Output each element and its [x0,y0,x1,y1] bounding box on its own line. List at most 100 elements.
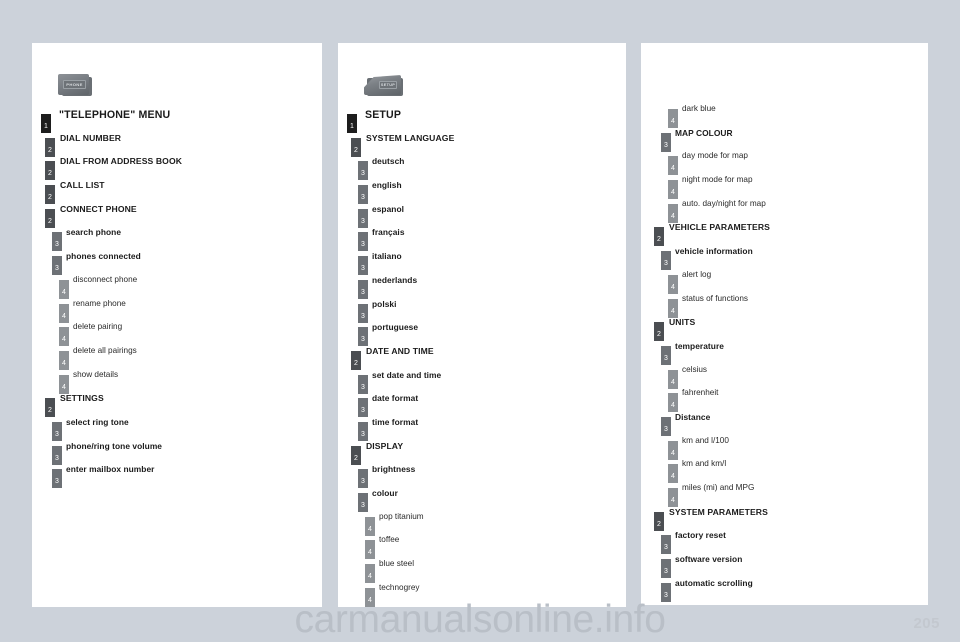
menu-item: 3 MAP COLOUR [641,128,928,152]
menu-level-badge: 4 [59,374,69,394]
menu-level-badge: 4 [668,180,678,200]
menu-level-badge: 3 [52,445,62,465]
menu-item: 4 dark blue [641,104,928,128]
menu-item-label: vehicle information [675,246,753,257]
menu-item: 3 set date and time [338,370,626,394]
menu-item-label: technogrey [379,582,420,592]
menu-item: 3 select ring tone [32,417,322,441]
menu-item: 4 status of functions [641,294,928,318]
menu-level-badge: 2 [45,137,55,157]
menu-level-badge: 2 [45,398,55,418]
page-number: 205 [913,615,940,632]
menu-item: 4 blue steel [338,559,626,584]
menu-item-label: DATE AND TIME [366,345,434,356]
menu-columns: PHONE 1 "TELEPHONE" MENU 2 DIAL NUMBER 2 DIAL… [0,0,960,640]
menu-item-label: français [372,227,405,238]
menu-item: 4 night mode for map [641,175,928,200]
menu-item-label: colour [372,488,398,498]
menu-tree-setup: 1 SETUP 2 SYSTEM LANGUAGE 3 deutsch 3 english 3 e… [338,109,626,607]
menu-level-badge: 3 [52,232,62,252]
menu-item: 2 DIAL NUMBER [32,133,322,157]
menu-item: 3 espanol [338,204,626,228]
menu-item: 3 vehicle information [641,246,928,271]
menu-level-badge: 4 [668,298,678,318]
menu-item: 4 disconnect phone [32,275,322,299]
menu-item-label: italiano [372,251,402,262]
menu-level-badge: 3 [358,421,368,441]
menu-item: 2 DISPLAY [338,441,626,465]
menu-level-badge: 3 [661,582,671,602]
menu-item: 3 Distance [641,412,928,436]
menu-level-badge: 3 [661,559,671,579]
menu-level-badge: 4 [668,274,678,294]
menu-item-label: disconnect phone [73,274,138,284]
menu-level-badge: 4 [365,516,375,536]
menu-item-label: status of functions [682,293,748,303]
menu-level-badge: 3 [358,327,368,347]
menu-item-label: MAP COLOUR [675,127,733,138]
menu-level-badge: 4 [59,327,69,347]
menu-item: 2 CONNECT PHONE [32,204,322,228]
menu-level-badge: 3 [358,493,368,512]
menu-item-label: software version [675,554,743,565]
menu-item: 4 delete pairing [32,322,322,347]
menu-item: 4 rename phone [32,299,322,323]
menu-item-label: select ring tone [66,416,129,427]
menu-item-label: deutsch [372,156,405,167]
menu-item: 3 temperature [641,341,928,365]
menu-level-badge: 1 [41,114,51,133]
menu-item-label: alert log [682,269,712,279]
menu-item: 3 time format [338,417,626,441]
menu-item-label: CALL LIST [60,180,105,191]
menu-item-label: "TELEPHONE" MENU [59,109,171,121]
menu-level-badge: 3 [52,256,62,276]
menu-level-badge: 4 [59,303,69,323]
menu-level-badge: 2 [45,185,55,205]
menu-item-label: phone/ring tone volume [66,440,163,451]
menu-level-badge: 3 [661,345,671,365]
menu-level-badge: 2 [351,445,361,465]
menu-item: 4 miles (mi) and MPG [641,483,928,507]
menu-item: 2 SYSTEM PARAMETERS [641,507,928,531]
menu-item-label: SETUP [365,109,402,121]
menu-level-badge: 3 [358,374,368,394]
menu-item: 2 DIAL FROM ADDRESS BOOK [32,156,322,181]
menu-item-label: factory reset [675,530,726,541]
menu-item: 3 polski [338,299,626,323]
menu-item: 3 nederlands [338,275,626,299]
menu-level-badge: 3 [358,232,368,252]
menu-item: 3 italiano [338,251,626,276]
menu-item: 2 CALL LIST [32,180,322,205]
menu-item: 4 alert log [641,270,928,294]
menu-item: 3 automatic scrolling [641,578,928,602]
menu-level-badge: 4 [668,369,678,389]
menu-item-label: portuguese [372,322,419,333]
menu-item-label: fahrenheit [682,388,719,398]
menu-item-label: SYSTEM LANGUAGE [366,132,455,143]
menu-level-badge: 4 [668,464,678,484]
menu-item-label: phones connected [66,251,141,262]
menu-item-label: UNITS [669,317,696,328]
menu-level-badge: 4 [668,393,678,413]
menu-level-badge: 4 [365,587,375,607]
menu-item: 3 deutsch [338,156,626,181]
menu-item: 3 date format [338,393,626,418]
menu-item-label: VEHICLE PARAMETERS [669,222,770,233]
menu-level-badge: 2 [654,511,664,531]
menu-item: 3 phone/ring tone volume [32,441,322,465]
menu-item-label: Distance [675,411,711,422]
menu-item-label: miles (mi) and MPG [682,483,755,492]
menu-item-label: english [372,180,402,191]
menu-level-badge: 3 [52,421,62,441]
menu-item: 3 portuguese [338,322,626,347]
menu-item-label: DISPLAY [366,440,404,451]
menu-item-label: delete pairing [73,322,123,332]
menu-level-badge: 3 [358,469,368,489]
menu-item: 4 pop titanium [338,512,626,536]
menu-level-badge: 3 [358,398,368,418]
menu-panel-setup-continued: 4 dark blue 3 MAP COLOUR 4 day mode for map 4 n… [641,43,928,605]
menu-item-label: enter mailbox number [66,464,155,475]
menu-item: 3 search phone [32,227,322,252]
menu-item: 3 phones connected [32,251,322,276]
menu-level-badge: 4 [365,564,375,584]
